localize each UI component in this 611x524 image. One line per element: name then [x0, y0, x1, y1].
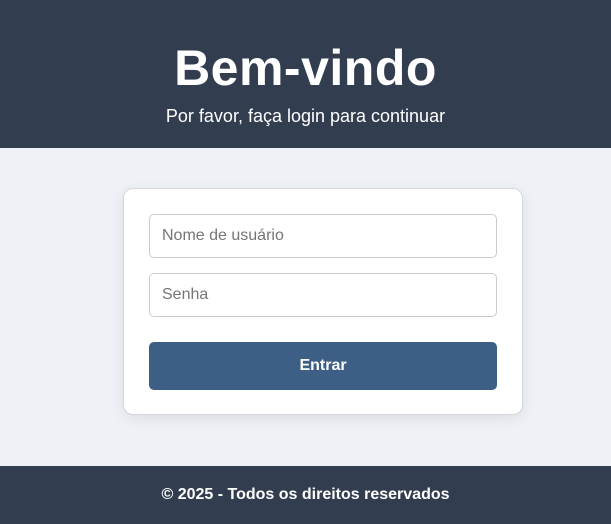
page-title: Bem-vindo	[174, 40, 437, 96]
page-header: Bem-vindo Por favor, faça login para con…	[0, 0, 611, 148]
login-button[interactable]: Entrar	[149, 342, 497, 390]
username-input[interactable]	[149, 214, 497, 258]
login-card: Entrar	[123, 188, 523, 415]
main-content: Entrar	[0, 148, 611, 466]
page-subtitle: Por favor, faça login para continuar	[165, 106, 446, 126]
copyright-text: © 2025 - Todos os direitos reservados	[161, 486, 450, 503]
password-input[interactable]	[149, 273, 497, 317]
page-footer: © 2025 - Todos os direitos reservados	[0, 466, 611, 524]
